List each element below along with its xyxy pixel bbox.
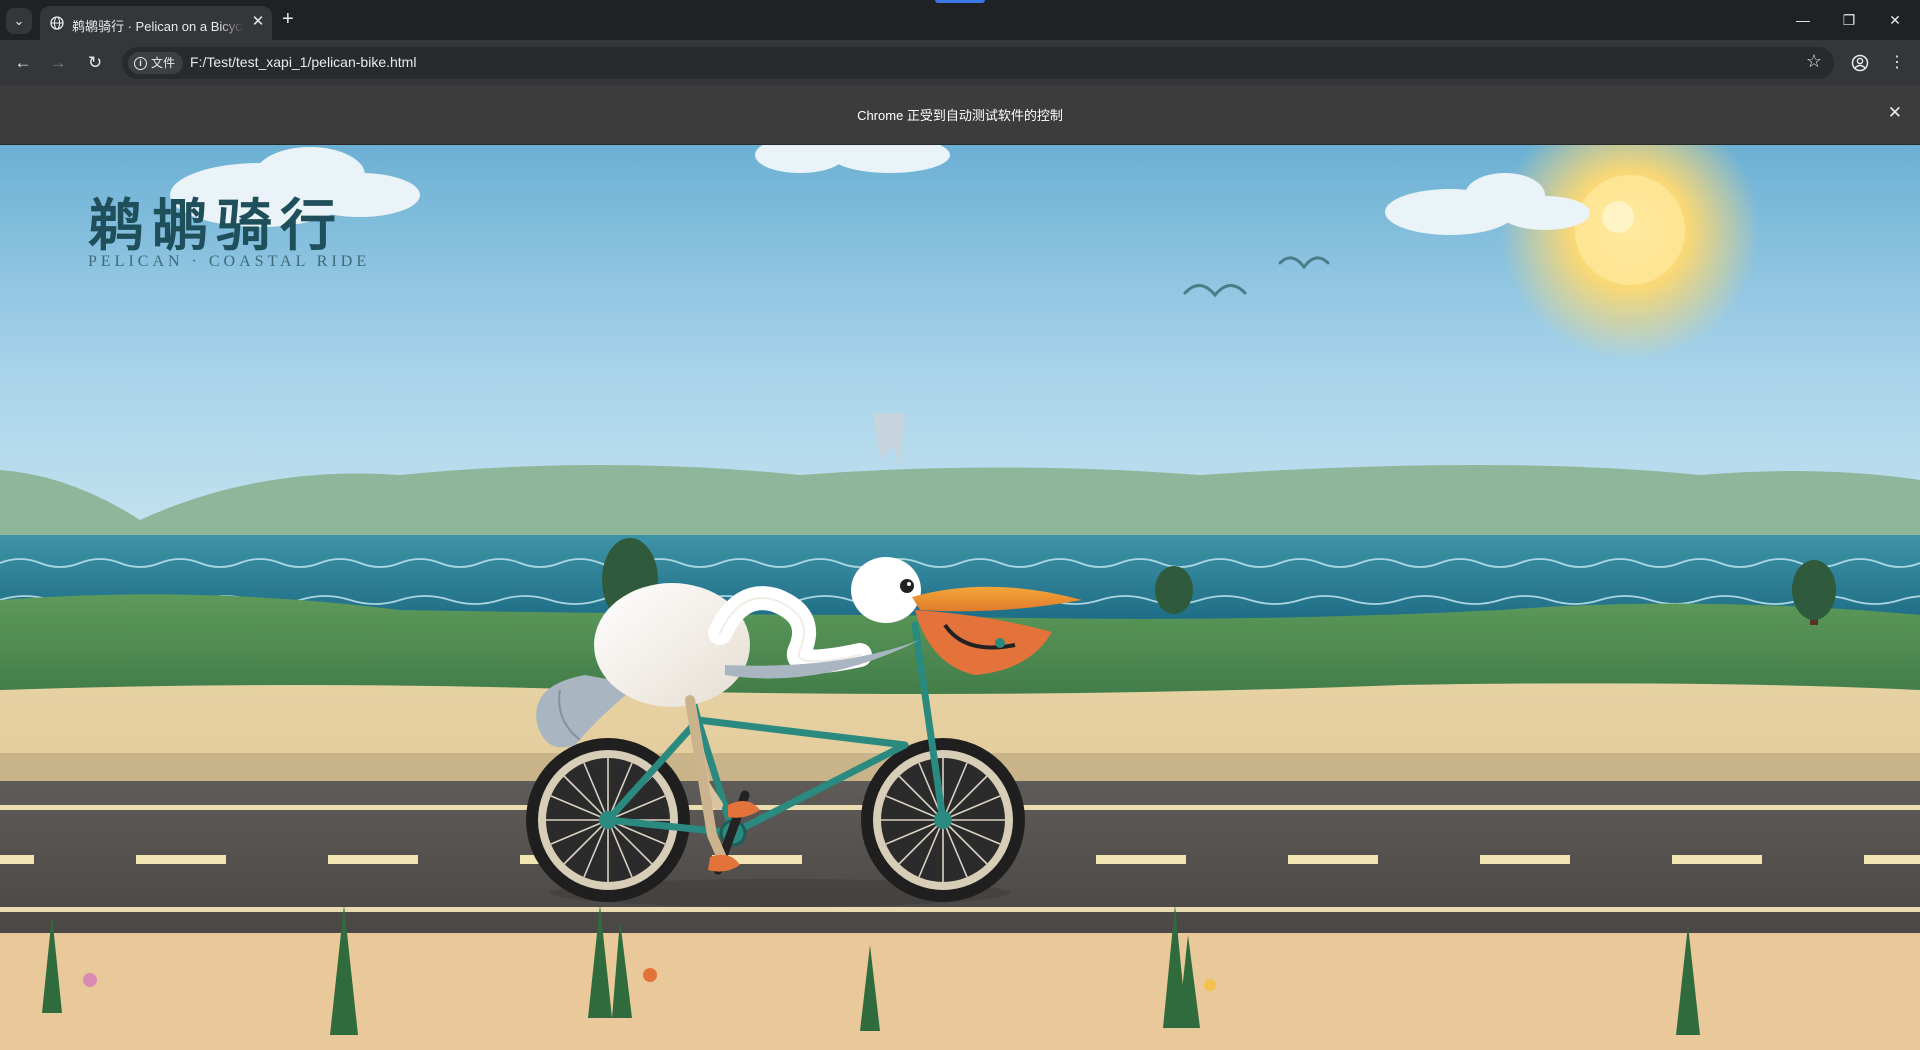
pelican-scene: 鹈鹕骑行 PELICAN · COASTAL RIDE (0, 145, 1920, 1050)
bookmark-star-icon[interactable]: ☆ (1806, 51, 1822, 72)
automation-infobar: Chrome 正受到自动测试软件的控制 ✕ (0, 85, 1920, 145)
tab-title: 鹈鹕骑行 · Pelican on a Bicycle (72, 19, 244, 34)
page-subtitle: PELICAN · COASTAL RIDE (88, 253, 371, 270)
back-arrow-icon[interactable]: ← (10, 50, 36, 76)
browser-tab[interactable]: 鹈鹕骑行 · Pelican on a Bicycle ✕ (40, 6, 272, 40)
infobar-close-icon[interactable]: ✕ (1888, 103, 1902, 123)
profile-icon[interactable] (1847, 50, 1873, 76)
tab-close-icon[interactable]: ✕ (248, 12, 268, 32)
globe-icon (50, 16, 64, 30)
close-window-icon[interactable]: ✕ (1872, 0, 1918, 40)
browser-toolbar: ← → ↻ i 文件 F:/Test/test_xapi_1/pelican-b… (0, 40, 1920, 85)
restore-icon[interactable]: ❐ (1826, 0, 1872, 40)
file-chip-label: 文件 (151, 56, 176, 70)
window-drag-accent (935, 0, 985, 3)
minimize-icon[interactable]: — (1780, 0, 1826, 40)
scene-illustration (0, 145, 1920, 1050)
info-icon: i (134, 56, 147, 70)
infobar-message: Chrome 正受到自动测试软件的控制 (857, 108, 1063, 123)
site-info-chip[interactable]: i 文件 (128, 52, 184, 74)
forward-arrow-icon[interactable]: → (45, 50, 71, 76)
address-bar[interactable]: i 文件 F:/Test/test_xapi_1/pelican-bike.ht… (122, 47, 1834, 79)
tab-strip: ⌄ 鹈鹕骑行 · Pelican on a Bicycle ✕ + — ❐ ✕ (0, 0, 1920, 40)
reload-icon[interactable]: ↻ (82, 50, 108, 76)
new-tab-plus-icon[interactable]: + (282, 9, 294, 29)
page-title: 鹈鹕骑行 (88, 193, 344, 259)
tab-search-chevron-icon[interactable]: ⌄ (6, 8, 32, 34)
more-menu-icon[interactable]: ⋮ (1884, 50, 1910, 76)
url-text[interactable]: F:/Test/test_xapi_1/pelican-bike.html (190, 54, 416, 70)
